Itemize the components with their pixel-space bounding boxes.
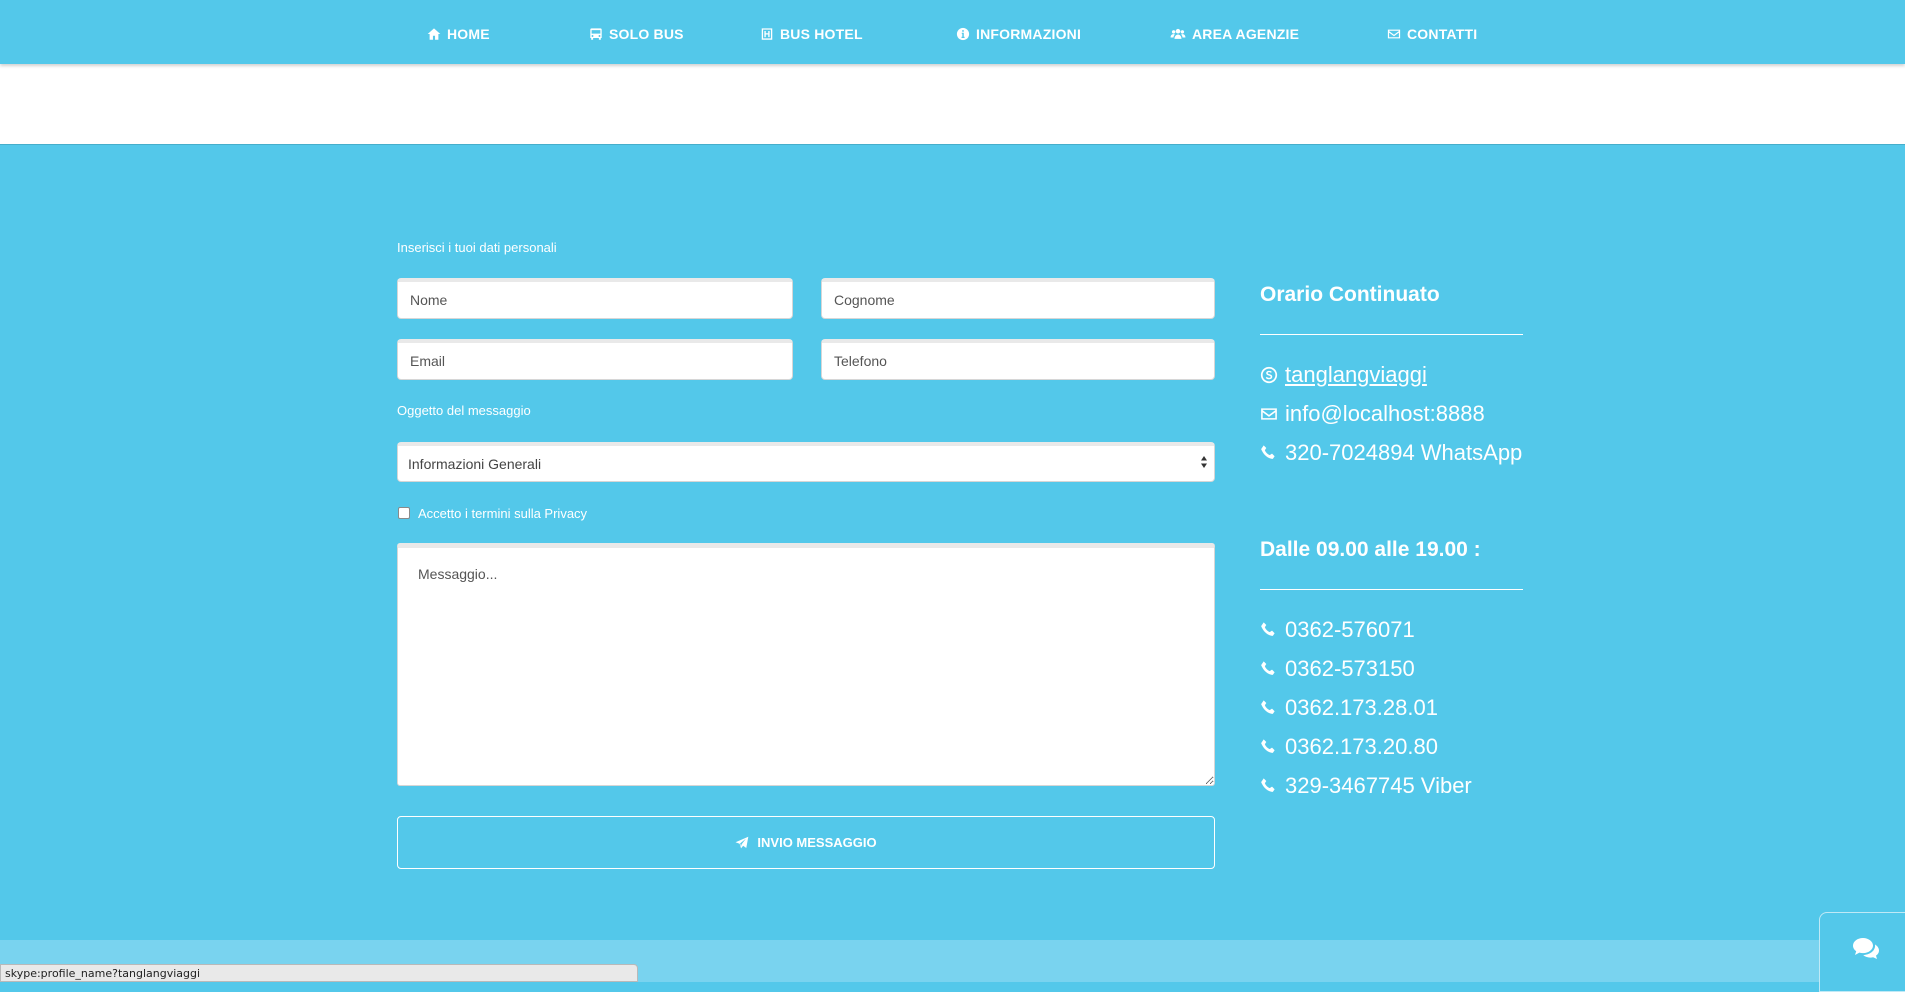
subject-label: Oggetto del messaggio [397,403,531,418]
nav-solo-bus-label: SOLO BUS [609,26,684,42]
skype-contact[interactable]: tanglangviaggi [1260,362,1427,388]
privacy-checkbox[interactable] [398,507,410,519]
email-input[interactable] [397,339,793,380]
telefono-input[interactable] [821,339,1215,380]
select-arrows-icon [1201,456,1207,468]
chat-widget-button[interactable] [1819,912,1905,992]
cognome-input[interactable] [821,278,1215,319]
submit-label: INVIO MESSAGGIO [757,835,877,850]
chat-icon [1852,937,1880,961]
users-icon [1170,27,1186,41]
whatsapp-contact: 320-7024894 WhatsApp [1260,440,1522,466]
phone-number: 0362-573150 [1285,656,1415,681]
envelope-icon [1387,27,1401,41]
divider [1260,589,1523,590]
nav-bus-hotel-label: BUS HOTEL [780,26,863,42]
main-navbar: HOME SOLO BUS BUS HOTEL INFORMAZIONI ARE… [0,0,1905,64]
phone-line: 0362-573150 [1260,656,1415,682]
divider [1260,334,1523,335]
phone-number: 0362.173.28.01 [1285,695,1438,720]
phone-number: 0362.173.20.80 [1285,734,1438,759]
envelope-icon [1260,405,1278,423]
nav-bus-hotel[interactable]: BUS HOTEL [760,24,863,44]
header-band [0,64,1905,145]
message-textarea[interactable] [397,543,1215,786]
phone-line: 329-3467745 Viber [1260,773,1472,799]
nav-informazioni-label: INFORMAZIONI [976,26,1082,42]
nav-area-agenzie[interactable]: AREA AGENZIE [1170,24,1299,44]
phone-icon [1260,621,1278,639]
nav-area-agenzie-label: AREA AGENZIE [1192,26,1300,42]
nav-home-label: HOME [447,26,490,42]
browser-status-bar: skype:profile_name?tanglangviaggi [0,964,638,982]
phone-line: 0362.173.28.01 [1260,695,1438,721]
email-contact-text: info@localhost:8888 [1285,401,1485,426]
nav-contatti-label: CONTATTI [1407,26,1478,42]
phone-number: 0362-576071 [1285,617,1415,642]
nav-contatti[interactable]: CONTATTI [1387,24,1477,44]
phone-icon [1260,699,1278,717]
email-contact: info@localhost:8888 [1260,401,1485,427]
privacy-consent: Accetto i termini sulla Privacy [397,504,587,522]
phone-icon [1260,660,1278,678]
whatsapp-contact-text: 320-7024894 WhatsApp [1285,440,1523,465]
phone-icon [1260,738,1278,756]
phone-line: 0362.173.20.80 [1260,734,1438,760]
skype-icon [1260,366,1278,384]
phone-icon [1260,444,1278,462]
nav-home[interactable]: HOME [427,24,490,44]
phone-line: 0362-576071 [1260,617,1415,643]
personal-data-label: Inserisci i tuoi dati personali [397,240,557,255]
privacy-label[interactable]: Accetto i termini sulla Privacy [418,506,587,521]
send-icon [735,836,749,850]
schedule-heading: Dalle 09.00 alle 19.00 : [1260,538,1481,561]
nav-solo-bus[interactable]: SOLO BUS [589,24,684,44]
skype-link[interactable]: tanglangviaggi [1285,362,1427,388]
hotel-icon [760,27,774,41]
submit-button[interactable]: INVIO MESSAGGIO [397,816,1215,869]
phone-number: 329-3467745 Viber [1285,773,1472,798]
nome-input[interactable] [397,278,793,319]
info-icon [956,27,970,41]
nav-informazioni[interactable]: INFORMAZIONI [956,24,1081,44]
bus-icon [589,27,603,41]
phone-icon [1260,777,1278,795]
home-icon [427,27,441,41]
subject-selected-value: Informazioni Generali [408,455,542,472]
hours-heading: Orario Continuato [1260,283,1440,306]
subject-select[interactable]: Informazioni Generali [397,442,1215,482]
